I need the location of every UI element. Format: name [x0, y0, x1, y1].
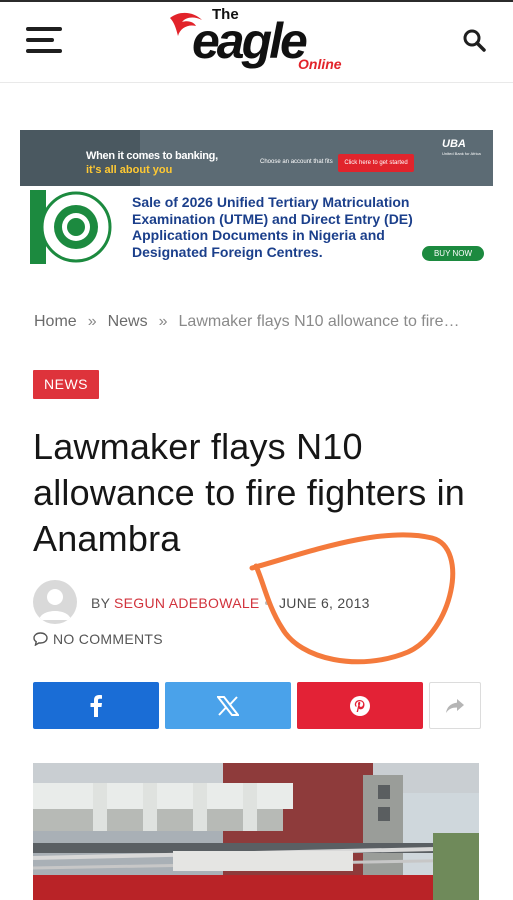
jamb-buy-now-button[interactable]: BUY NOW — [422, 246, 484, 261]
x-icon — [217, 695, 239, 716]
share-more-button[interactable] — [429, 682, 481, 729]
uba-logo: UBA — [442, 138, 466, 150]
logo-eagle-text: eagle — [192, 13, 308, 69]
breadcrumb-separator: » — [158, 313, 168, 330]
site-header: The eagle Online — [0, 0, 513, 83]
breadcrumb-current: Lawmaker flays N10 allowance to fire… — [178, 313, 460, 330]
featured-image[interactable] — [33, 763, 479, 900]
jamb-ad-text: Sale of 2026 Unified Tertiary Matriculat… — [132, 194, 413, 260]
site-logo[interactable]: The eagle Online — [168, 4, 348, 74]
uba-banner-ad[interactable]: When it comes to banking, it's all about… — [20, 130, 493, 186]
author-link[interactable]: SEGUN ADEBOWALE — [114, 595, 260, 611]
uba-tagline-line2: it's all about you — [86, 164, 173, 176]
uba-tagline-line1: When it comes to banking, — [86, 150, 218, 162]
fire-truck-photo — [33, 763, 479, 900]
share-x-button[interactable] — [165, 682, 291, 729]
facebook-icon — [90, 694, 102, 717]
share-arrow-icon — [446, 698, 464, 713]
publish-date: JUNE 6, 2013 — [279, 595, 370, 611]
author-avatar[interactable] — [33, 580, 77, 624]
header-top-line — [0, 0, 513, 2]
avatar-placeholder-icon — [39, 589, 71, 620]
search-icon[interactable] — [462, 28, 488, 54]
hamburger-menu-icon[interactable] — [26, 27, 62, 53]
pinterest-icon — [350, 695, 370, 716]
jamb-seal-icon — [30, 190, 112, 264]
author-by-label: BY — [91, 595, 111, 611]
comments-count-text: NO COMMENTS — [53, 631, 163, 647]
share-facebook-button[interactable] — [33, 682, 159, 729]
uba-choose-text: Choose an account that fits — [260, 159, 333, 165]
breadcrumb: Home » News » Lawmaker flays N10 allowance t… — [34, 313, 460, 331]
breadcrumb-home[interactable]: Home — [34, 313, 77, 330]
article-title: Lawmaker flays N10 allowance to fire fig… — [33, 426, 466, 559]
meta-separator-dot — [265, 601, 269, 605]
breadcrumb-news[interactable]: News — [108, 313, 148, 330]
breadcrumb-separator: » — [87, 313, 97, 330]
comments-link[interactable]: NO COMMENTS — [33, 631, 163, 647]
logo-online-text: Online — [298, 56, 342, 72]
uba-logo-subtitle: United Bank for Africa — [442, 151, 481, 156]
category-badge-news[interactable]: NEWS — [33, 370, 99, 399]
comment-bubble-icon — [33, 632, 48, 647]
share-pinterest-button[interactable] — [297, 682, 423, 729]
jamb-banner-ad[interactable]: Sale of 2026 Unified Tertiary Matriculat… — [20, 188, 493, 266]
uba-cta-button[interactable]: Click here to get started — [338, 154, 414, 172]
